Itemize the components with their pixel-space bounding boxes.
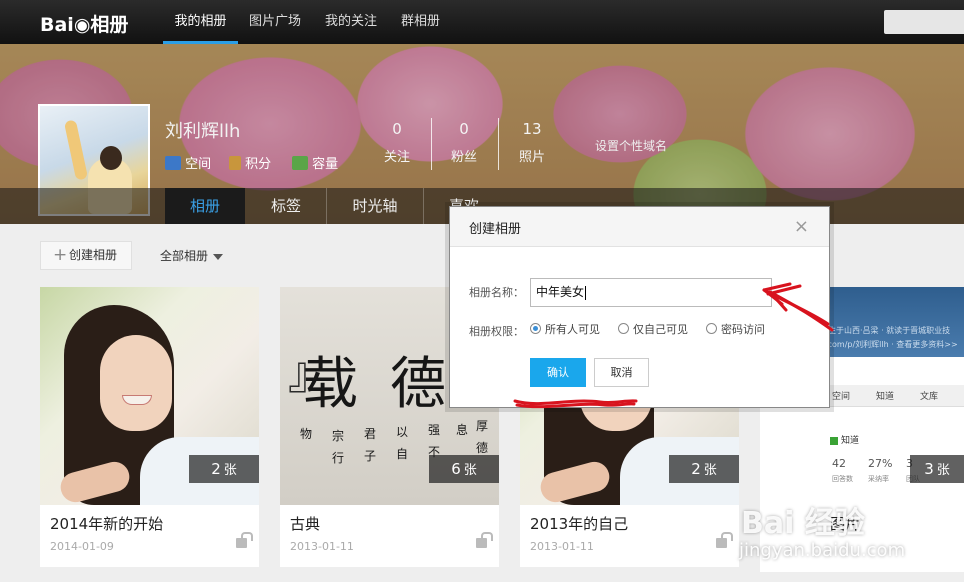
- close-icon[interactable]: ×: [794, 216, 809, 237]
- lock-icon: [236, 532, 253, 548]
- album-title[interactable]: 古典: [290, 513, 320, 534]
- album-card[interactable]: 2张 2014年新的开始 2014-01-09: [40, 287, 259, 567]
- nav-group-albums[interactable]: 群相册: [401, 0, 440, 44]
- album-date: 2013-01-11: [290, 540, 354, 553]
- divider: [431, 118, 432, 170]
- album-cover[interactable]: 2张: [40, 287, 259, 505]
- caret-down-icon: [213, 253, 224, 260]
- radio-private[interactable]: 仅自己可见: [618, 321, 688, 337]
- search-input[interactable]: [884, 10, 964, 34]
- photo-count-badge: 2张: [189, 455, 259, 483]
- lock-icon: [716, 532, 733, 548]
- album-name-label: 相册名称：: [469, 286, 524, 299]
- capacity-link[interactable]: 容量: [292, 153, 338, 172]
- cancel-button[interactable]: 取消: [594, 358, 649, 387]
- username[interactable]: 刘利辉llh: [165, 117, 240, 143]
- custom-domain-link[interactable]: 设置个性域名: [595, 137, 667, 154]
- radio-unchecked-icon: [618, 323, 629, 334]
- radio-unchecked-icon: [706, 323, 717, 334]
- stat-following[interactable]: 0 关注: [367, 120, 427, 165]
- radio-checked-icon: [530, 323, 541, 334]
- stat-followers[interactable]: 0 粉丝: [434, 120, 494, 165]
- plus-icon: +: [53, 245, 68, 265]
- divider: [498, 118, 499, 170]
- capacity-icon: [292, 156, 308, 170]
- lock-icon: [476, 532, 493, 548]
- album-date: 2013-01-11: [530, 540, 594, 553]
- album-name-input[interactable]: 中年美女: [530, 278, 772, 307]
- dialog-header: 创建相册 ×: [450, 207, 829, 247]
- paw-icon: ◉: [73, 14, 91, 36]
- radio-public[interactable]: 所有人可见: [530, 321, 600, 337]
- baidu-album-logo[interactable]: Bai◉相册: [40, 10, 128, 37]
- album-title[interactable]: 2014年新的开始: [50, 513, 163, 534]
- create-album-button[interactable]: + 创建相册: [40, 241, 132, 270]
- album-title[interactable]: 2013年的自己: [530, 513, 628, 534]
- nav-my-follows[interactable]: 我的关注: [325, 0, 377, 44]
- nav-photo-plaza[interactable]: 图片广场: [249, 0, 301, 44]
- stat-photos[interactable]: 13 照片: [502, 120, 562, 165]
- photo-count-badge: 6张: [429, 455, 499, 483]
- top-navbar: Bai◉相册 我的相册 图片广场 我的关注 群相册: [0, 0, 964, 44]
- text-cursor: [585, 285, 587, 300]
- baidu-jingyan-watermark: Bai 经验 jingyan.baidu.com: [739, 506, 906, 561]
- radio-password[interactable]: 密码访问: [706, 321, 765, 337]
- all-albums-dropdown[interactable]: 全部相册: [160, 247, 224, 264]
- tab-tags[interactable]: 标签: [246, 188, 326, 224]
- points-link[interactable]: 积分: [229, 153, 271, 172]
- tab-albums[interactable]: 相册: [165, 188, 245, 224]
- album-date: 2014-01-09: [50, 540, 114, 553]
- points-icon: [229, 156, 241, 170]
- confirm-button[interactable]: 确认: [530, 358, 586, 387]
- dialog-title: 创建相册: [469, 222, 522, 237]
- space-link[interactable]: 空间: [165, 153, 211, 172]
- album-permission-label: 相册权限：: [469, 325, 524, 338]
- photo-count-badge: 2张: [669, 455, 739, 483]
- tab-timeline[interactable]: 时光轴: [327, 188, 423, 224]
- create-album-dialog: 创建相册 × 相册名称： 中年美女 相册权限： 所有人可见 仅自己可见 密码访问…: [449, 206, 830, 408]
- nav-my-albums[interactable]: 我的相册: [163, 0, 238, 44]
- space-icon: [165, 156, 181, 170]
